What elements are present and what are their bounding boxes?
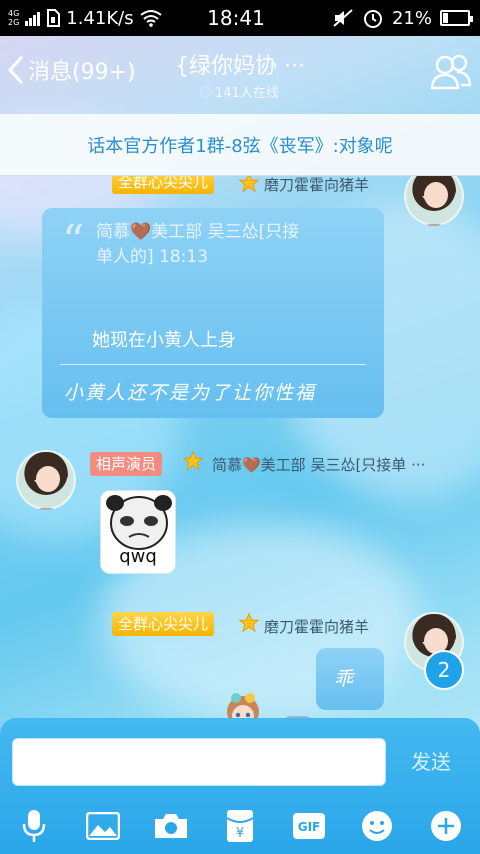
quoted-message: 她现在小黄人上身 [92, 330, 236, 351]
sticker-image[interactable]: qwq [100, 490, 176, 574]
member-badge: 全群心尖尖儿 [112, 612, 215, 636]
sim-icon [47, 9, 61, 27]
svg-text:GIF: GIF [297, 820, 320, 834]
gif-button[interactable]: GIF [287, 806, 331, 846]
photo-button[interactable] [81, 806, 125, 846]
back-button[interactable]: 消息(99+) [6, 54, 136, 86]
battery-icon [440, 10, 473, 26]
star-icon [238, 176, 260, 193]
message-bubble[interactable]: 乖 [316, 648, 384, 710]
camera-icon [155, 814, 188, 838]
gif-icon: GIF [292, 813, 325, 839]
message-input[interactable] [12, 738, 386, 786]
online-icon [200, 86, 211, 97]
signal-icon [25, 10, 41, 26]
quoted-header: 简慕🤎美工部 吴三怂[只接 单人的] 18:13 [96, 222, 300, 267]
svg-text:¥: ¥ [236, 826, 244, 841]
emoji-icon [362, 811, 393, 841]
input-bar: 发送 ¥ GIF [0, 718, 480, 854]
mute-icon [333, 9, 353, 27]
alarm-icon [363, 10, 382, 28]
sender-name[interactable]: 磨刀霍霍向猪羊 [264, 616, 369, 637]
send-button[interactable]: 发送 [398, 746, 464, 775]
avatar[interactable] [404, 176, 464, 226]
status-bar: 4G 2G 1.41K/s 18:41 21% [0, 0, 480, 36]
battery-percent: 21% [391, 7, 432, 29]
group-members-icon[interactable] [430, 52, 472, 92]
message-text: 乖 [334, 668, 356, 690]
sender-name[interactable]: 简慕🤎美工部 吴三怂[只接单 ··· [212, 454, 425, 475]
star-icon [182, 450, 204, 471]
online-count: 141人在线 [200, 82, 279, 101]
message-list[interactable]: 全群心尖尖儿 磨刀霍霍向猪羊 “ 简慕🤎美工部 吴三怂[只接 单人的] 18:1… [0, 176, 480, 718]
red-packet-button[interactable]: ¥ [218, 806, 262, 846]
group-title[interactable]: {绿你妈协 ··· [175, 48, 315, 80]
member-badge: 全群心尖尖儿 [112, 176, 215, 194]
group-notice[interactable]: 话本官方作者1群-8弦《丧军》:对象呢 [0, 114, 480, 176]
network-type: 4G 2G [8, 9, 20, 27]
chevron-left-icon [7, 56, 23, 84]
network-speed: 1.41K/s [66, 7, 134, 29]
more-button[interactable] [424, 806, 468, 846]
microphone-icon [23, 810, 46, 842]
star-icon [238, 612, 260, 633]
red-packet-icon: ¥ [226, 810, 254, 842]
plus-icon [430, 811, 461, 841]
avatar[interactable] [16, 450, 76, 510]
chat-header: 消息(99+) {绿你妈协 ··· 141人在线 [0, 36, 480, 114]
quote-divider [60, 364, 366, 365]
input-toolbar: ¥ GIF [0, 804, 480, 848]
image-icon [85, 812, 120, 840]
message-text: 小黄人还不是为了让你性福 [64, 382, 317, 404]
member-badge: 相声演员 [90, 452, 163, 476]
notice-text: 话本官方作者1群-8弦《丧军》:对象呢 [87, 135, 393, 157]
message-bubble[interactable]: “ 简慕🤎美工部 吴三怂[只接 单人的] 18:13 她现在小黄人上身 小黄人还… [42, 208, 384, 418]
clock: 18:41 [207, 6, 265, 30]
camera-button[interactable] [149, 806, 193, 846]
panda-face-icon [106, 495, 172, 550]
unread-count-badge[interactable]: 2 [424, 650, 464, 690]
wifi-icon [140, 10, 162, 27]
sticker-caption: qwq [119, 546, 157, 567]
quote-icon: “ [62, 216, 85, 267]
emoji-button[interactable] [355, 806, 399, 846]
voice-button[interactable] [12, 806, 56, 846]
sender-name[interactable]: 磨刀霍霍向猪羊 [264, 176, 369, 195]
back-label: 消息(99+) [28, 60, 136, 85]
